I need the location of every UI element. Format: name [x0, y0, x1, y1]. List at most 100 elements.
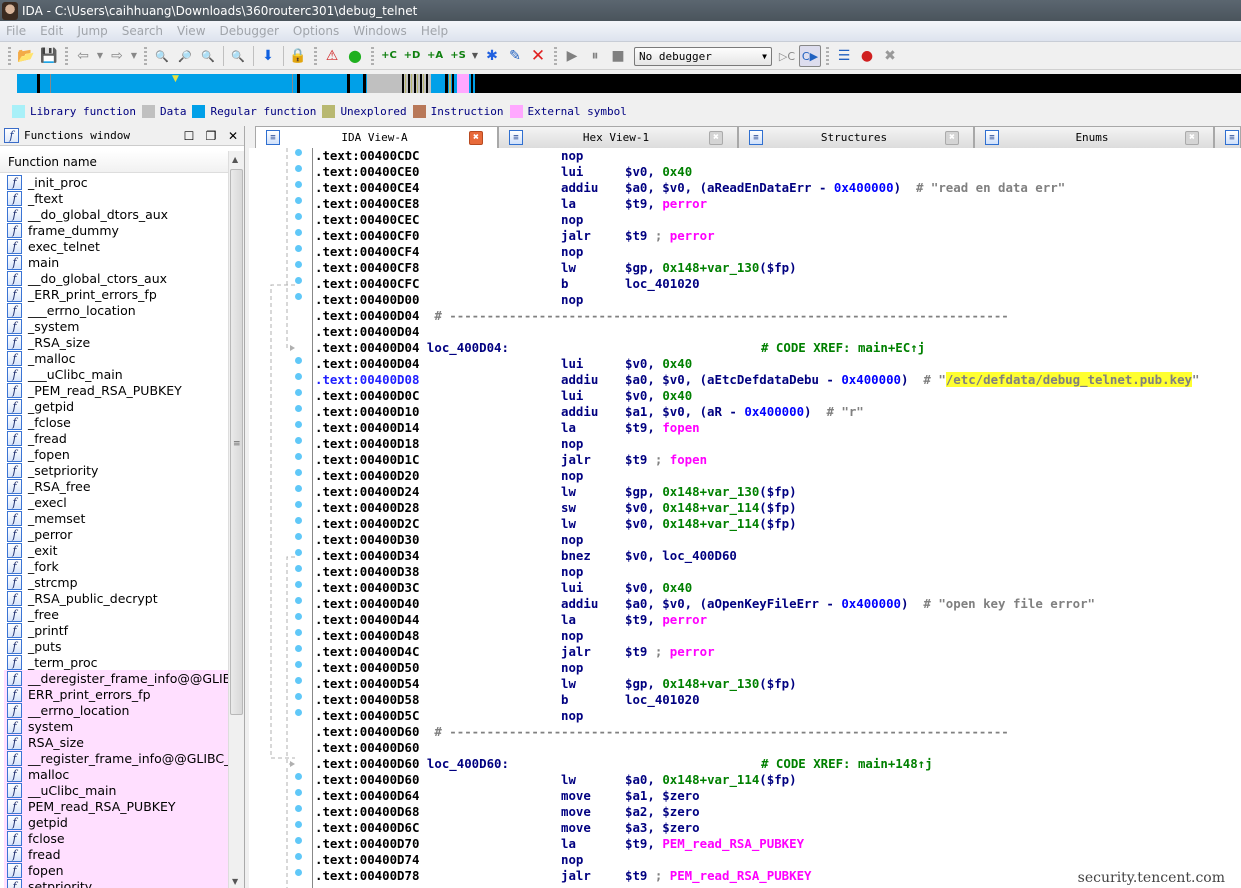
disasm-line[interactable]: .text:00400D64 move $a1, $zero — [313, 788, 1241, 804]
function-list-item[interactable]: f _getpid — [4, 398, 229, 414]
function-list-item[interactable]: f _init_proc — [4, 174, 229, 190]
function-list-item[interactable]: f getpid — [4, 814, 229, 830]
function-list-item[interactable]: f __uClibc_main — [4, 782, 229, 798]
disassembly-listing[interactable]: .text:00400CDC nop .text:00400CE0 lui $v0, 0… — [312, 148, 1241, 888]
disasm-line[interactable]: .text:00400D04 — [313, 324, 1241, 340]
function-list-item[interactable]: f __do_global_ctors_aux — [4, 270, 229, 286]
function-list-item[interactable]: f fread — [4, 846, 229, 862]
function-list-item[interactable]: f _RSA_free — [4, 478, 229, 494]
function-list-item[interactable]: f _fread — [4, 430, 229, 446]
function-list-item[interactable]: f _fopen — [4, 446, 229, 462]
function-list-item[interactable]: f _puts — [4, 638, 229, 654]
tab-more[interactable]: ≡ — [1214, 126, 1241, 148]
menu-options[interactable]: Options — [293, 24, 339, 38]
menu-edit[interactable]: Edit — [40, 24, 63, 38]
disasm-line[interactable]: .text:00400D60 # -----------------------… — [313, 724, 1241, 740]
function-list-item[interactable]: f _strcmp — [4, 574, 229, 590]
go-icon[interactable]: ● — [344, 45, 366, 67]
disasm-line[interactable]: .text:00400D38 nop — [313, 564, 1241, 580]
save-icon[interactable]: 💾 — [38, 45, 60, 67]
scroll-up-icon[interactable]: ▲ — [232, 155, 238, 164]
function-list-item[interactable]: f _PEM_read_RSA_PUBKEY — [4, 382, 229, 398]
lock-icon[interactable]: 🔒 — [287, 45, 309, 67]
function-list-item[interactable]: f malloc — [4, 766, 229, 782]
open-icon[interactable]: 📂 — [15, 45, 37, 67]
function-list-item[interactable]: f system — [4, 718, 229, 734]
tab-structures[interactable]: ≡ Structures ✖ — [738, 126, 974, 148]
import-reference[interactable]: fopen — [670, 452, 707, 467]
search-binary-icon[interactable]: 🔍 — [151, 45, 173, 67]
make-string-icon[interactable]: +S — [447, 45, 469, 67]
function-list-item[interactable]: f _fork — [4, 558, 229, 574]
function-list-item[interactable]: f __errno_location — [4, 702, 229, 718]
toolbar-grip[interactable] — [8, 47, 11, 65]
maximize-button[interactable]: ☐ — [178, 129, 200, 143]
restore-button[interactable]: ❐ — [200, 129, 222, 143]
disasm-line[interactable]: .text:00400D1C jalr $t9 ; fopen — [313, 452, 1241, 468]
make-code-icon[interactable]: +C — [378, 45, 400, 67]
close-icon[interactable]: ✖ — [1185, 130, 1199, 145]
function-list-item[interactable]: f setpriority — [4, 878, 229, 888]
disasm-line[interactable]: .text:00400CF4 nop — [313, 244, 1241, 260]
disasm-line[interactable]: .text:00400D58 b loc_401020 — [313, 692, 1241, 708]
stop-debug-icon[interactable]: ■ — [607, 45, 629, 67]
function-list-item[interactable]: f exec_telnet — [4, 238, 229, 254]
import-reference[interactable]: perror — [662, 612, 707, 627]
back-icon[interactable]: ⇦ — [72, 45, 94, 67]
tab-enums[interactable]: ≡ Enums ✖ — [974, 126, 1214, 148]
function-list-item[interactable]: f PEM_read_RSA_PUBKEY — [4, 798, 229, 814]
run-to-cursor-icon[interactable]: C▶ — [799, 45, 821, 67]
disasm-line[interactable]: .text:00400D30 nop — [313, 532, 1241, 548]
debugger-select[interactable]: No debugger ▼ — [634, 46, 772, 66]
disasm-line[interactable]: .text:00400D60 loc_400D60: # CODE XREF: m… — [313, 756, 1241, 772]
code-xref-comment[interactable]: # CODE XREF: main+148↑j — [761, 756, 933, 772]
navigation-strip[interactable] — [17, 74, 1241, 93]
menu-windows[interactable]: Windows — [353, 24, 407, 38]
disasm-line[interactable]: .text:00400D70 la $t9, PEM_read_RSA_PUBKEY — [313, 836, 1241, 852]
close-icon[interactable]: ✖ — [945, 130, 959, 145]
ida-view-disassembly[interactable]: .text:00400CDC nop .text:00400CE0 lui $v0, 0… — [245, 148, 1241, 888]
forward-icon[interactable]: ⇨ — [106, 45, 128, 67]
stop-icon[interactable]: ⚠ — [321, 45, 343, 67]
disasm-line[interactable]: .text:00400D0C lui $v0, 0x40 — [313, 388, 1241, 404]
disasm-line[interactable]: .text:00400D00 nop — [313, 292, 1241, 308]
search-immediate-icon[interactable]: 🔍 — [197, 45, 219, 67]
import-reference[interactable]: perror — [662, 196, 707, 211]
function-list-item[interactable]: f _memset — [4, 510, 229, 526]
function-list-item[interactable]: f main — [4, 254, 229, 270]
function-list-item[interactable]: f _setpriority — [4, 462, 229, 478]
function-list-item[interactable]: f RSA_size — [4, 734, 229, 750]
disasm-line[interactable]: .text:00400D04 loc_400D04: # CODE XREF: m… — [313, 340, 1241, 356]
function-list-item[interactable]: f _RSA_size — [4, 334, 229, 350]
menu-jump[interactable]: Jump — [77, 24, 107, 38]
disasm-line[interactable]: .text:00400D60 lw $a0, 0x148+var_114($fp) — [313, 772, 1241, 788]
disasm-line[interactable]: .text:00400D54 lw $gp, 0x148+var_130($fp) — [313, 676, 1241, 692]
code-label[interactable]: loc_400D04: — [419, 340, 509, 355]
disasm-line[interactable]: .text:00400CF8 lw $gp, 0x148+var_130($fp) — [313, 260, 1241, 276]
breakpoint-list-icon[interactable]: ☰ — [833, 45, 855, 67]
functions-scrollbar[interactable]: ▲ ≡ ▼ — [228, 151, 244, 888]
import-reference[interactable]: perror — [670, 228, 715, 243]
disasm-line[interactable]: .text:00400D5C nop — [313, 708, 1241, 724]
scroll-down-icon[interactable]: ▼ — [232, 877, 238, 886]
function-list-item[interactable]: f _exit — [4, 542, 229, 558]
make-data-icon[interactable]: +D — [401, 45, 423, 67]
disasm-line[interactable]: .text:00400D08 addiu $a0, $v0, (aEtcDefdat… — [313, 372, 1241, 388]
function-list-item[interactable]: f _term_proc — [4, 654, 229, 670]
delete-breakpoint-icon[interactable]: ✖ — [879, 45, 901, 67]
function-list-item[interactable]: f _system — [4, 318, 229, 334]
tab-ida-view-a[interactable]: ≡ IDA View-A ✖ — [255, 126, 498, 148]
function-list-item[interactable]: f ERR_print_errors_fp — [4, 686, 229, 702]
make-ascii-icon[interactable]: +A — [424, 45, 446, 67]
disasm-line[interactable]: .text:00400D20 nop — [313, 468, 1241, 484]
rename-icon[interactable]: ✎ — [504, 45, 526, 67]
function-list-item[interactable]: f _RSA_public_decrypt — [4, 590, 229, 606]
import-reference[interactable]: fopen — [662, 420, 699, 435]
function-list-item[interactable]: f _ftext — [4, 190, 229, 206]
function-list-item[interactable]: f __register_frame_info@@GLIBC_2.0 — [4, 750, 229, 766]
menu-file[interactable]: File — [6, 24, 26, 38]
disasm-line[interactable]: .text:00400CFC b loc_401020 — [313, 276, 1241, 292]
function-list-item[interactable]: f _perror — [4, 526, 229, 542]
code-xref-comment[interactable]: # CODE XREF: main+EC↑j — [761, 340, 925, 356]
search-text-icon[interactable]: 🔎 — [174, 45, 196, 67]
